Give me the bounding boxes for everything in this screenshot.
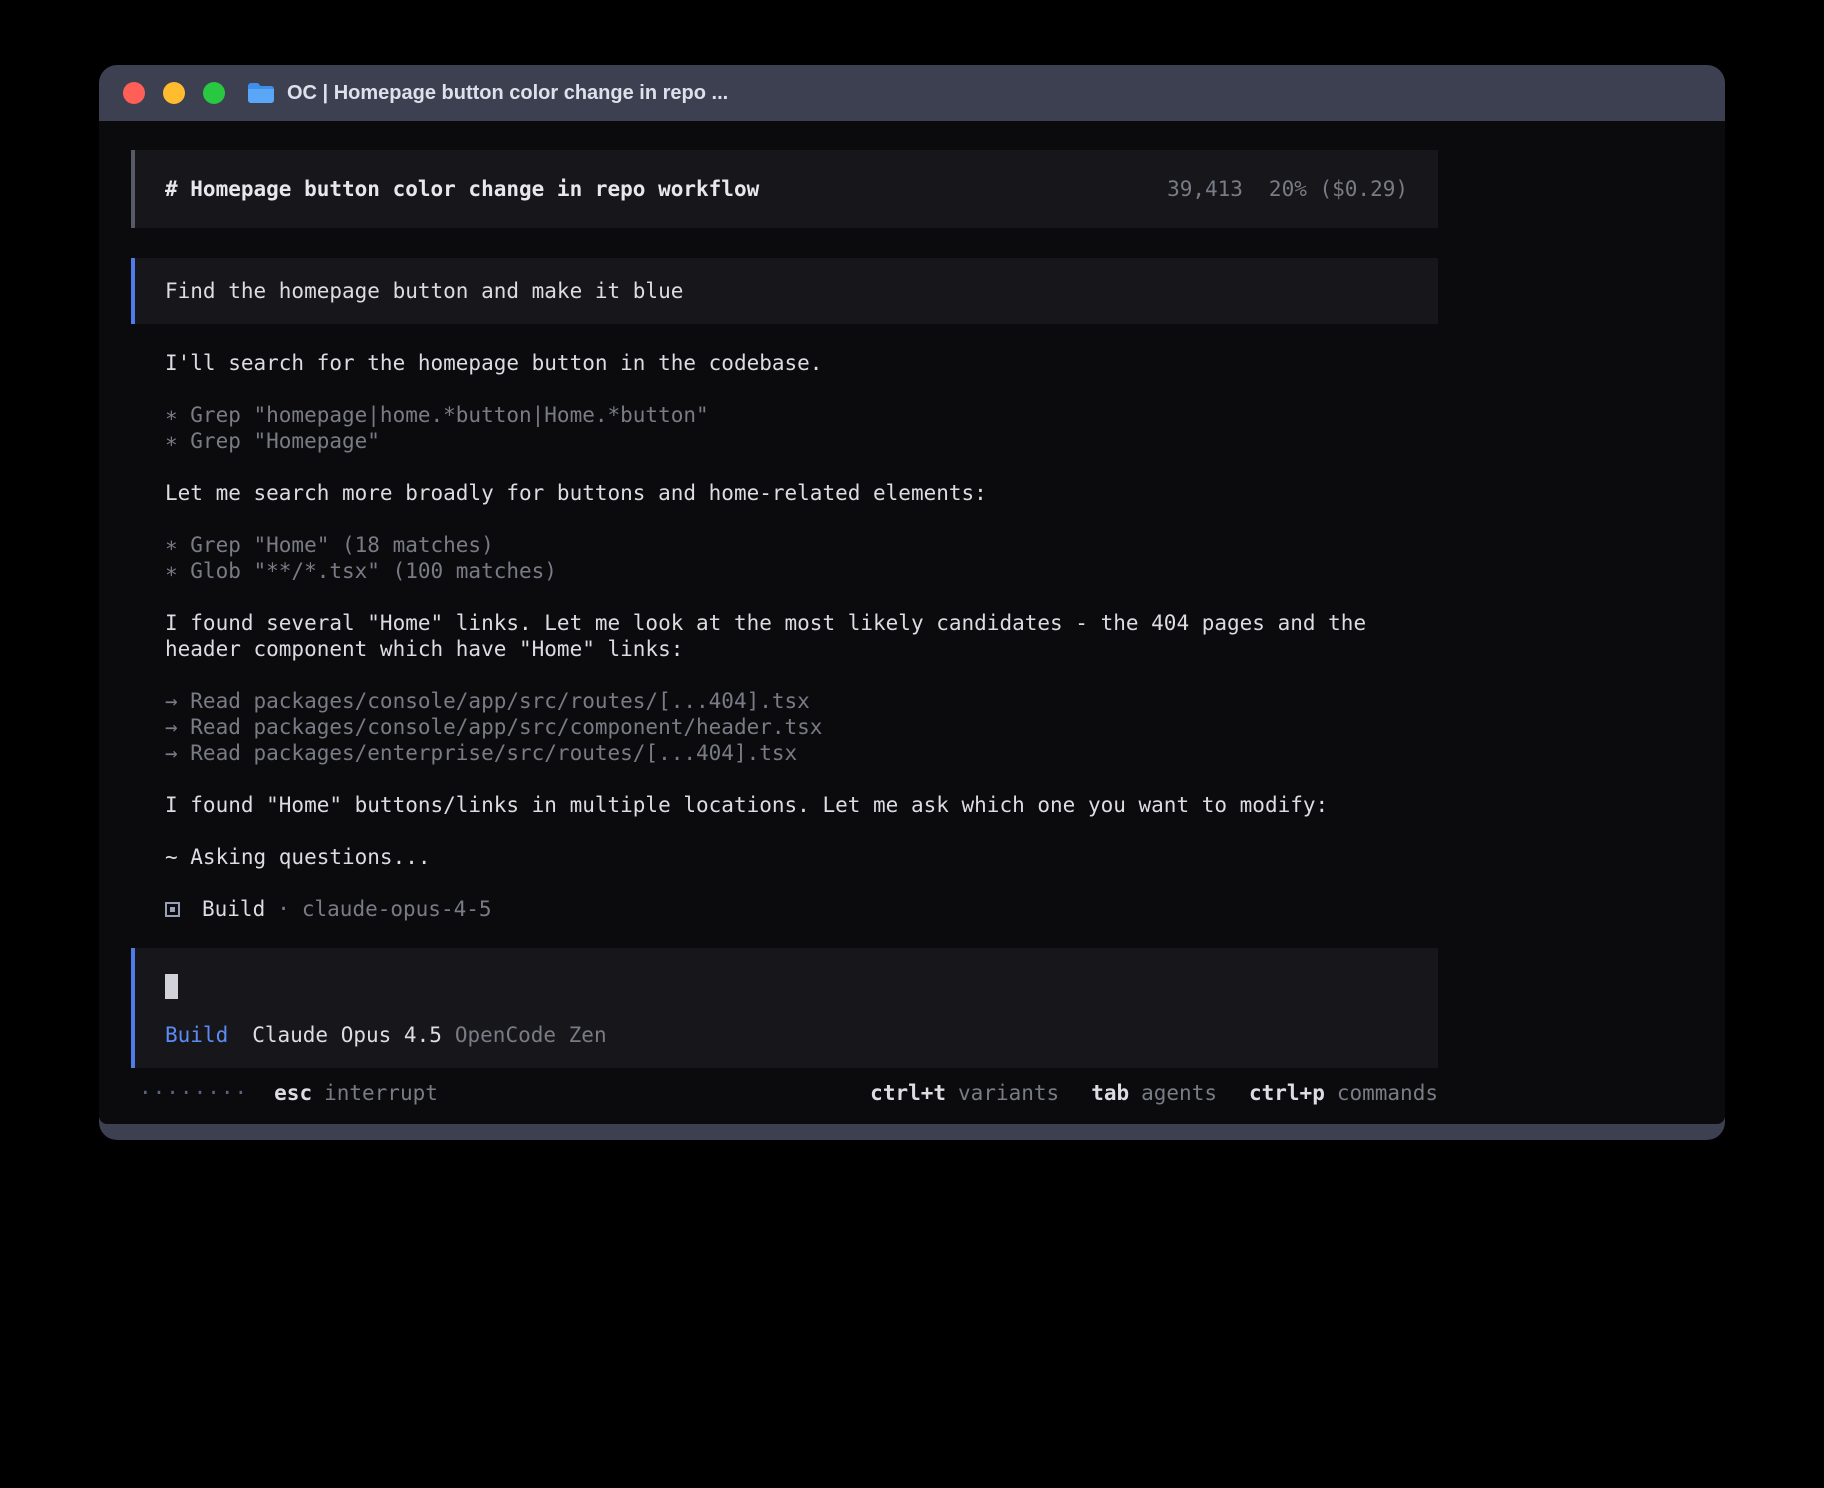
transcript-spacer <box>165 818 1404 844</box>
agent-name: Build <box>202 896 265 922</box>
window-title: OC | Homepage button color change in rep… <box>287 82 728 105</box>
prompt-input[interactable]: Build Claude Opus 4.5 OpenCode Zen <box>131 948 1438 1068</box>
token-count: 39,413 <box>1167 177 1243 201</box>
shortcut-label: commands <box>1337 1080 1438 1106</box>
agent-model: claude-opus-4-5 <box>302 896 492 922</box>
session-title: # Homepage button color change in repo w… <box>165 176 759 202</box>
transcript-line: I found "Home" buttons/links in multiple… <box>165 792 1404 818</box>
agent-icon <box>165 902 180 917</box>
transcript-line: I'll search for the homepage button in t… <box>165 350 1404 376</box>
esc-key-label: interrupt <box>324 1080 438 1106</box>
shortcut-variants: ctrl+t variants <box>870 1080 1059 1106</box>
model-name: Claude Opus 4.5 <box>252 1022 442 1048</box>
terminal-content: # Homepage button color change in repo w… <box>99 121 1725 1124</box>
status-bar: ········ esc interrupt ctrl+t variants t… <box>131 1080 1438 1106</box>
agent-mode-label[interactable]: Build <box>165 1022 228 1048</box>
desktop: { "window": { "title": "OC | Homepage bu… <box>0 0 1824 1488</box>
user-message: Find the homepage button and make it blu… <box>131 258 1438 324</box>
shortcut-key: ctrl+t <box>870 1080 946 1106</box>
status-bar-right: ctrl+t variants tab agents ctrl+p comman… <box>870 1080 1438 1106</box>
tool-call-glob: ∗ Glob "**/*.tsx" (100 matches) <box>165 558 1404 584</box>
close-button[interactable] <box>123 82 145 104</box>
transcript-line: Let me search more broadly for buttons a… <box>165 480 1404 506</box>
transcript-spacer <box>165 454 1404 480</box>
status-bar-left: ········ esc interrupt <box>139 1080 438 1106</box>
tool-call-grep: ∗ Grep "homepage|home.*button|Home.*butt… <box>165 402 1404 428</box>
terminal-window: OC | Homepage button color change in rep… <box>99 65 1725 1140</box>
spinner-dots: ········ <box>139 1080 248 1106</box>
transcript-spacer <box>165 376 1404 402</box>
separator-dot: · <box>277 896 290 922</box>
shortcut-agents: tab agents <box>1091 1080 1217 1106</box>
provider-name: OpenCode Zen <box>455 1022 607 1048</box>
tool-call-read: → Read packages/enterprise/src/routes/[.… <box>165 740 1404 766</box>
model-status-line: Build Claude Opus 4.5 OpenCode Zen <box>165 1022 1408 1048</box>
context-usage: 20% ($0.29) <box>1269 177 1408 201</box>
window-titlebar[interactable]: OC | Homepage button color change in rep… <box>99 65 1725 121</box>
shortcut-commands: ctrl+p commands <box>1249 1080 1438 1106</box>
transcript-line: I found several "Home" links. Let me loo… <box>165 610 1404 662</box>
transcript-spacer <box>165 662 1404 688</box>
minimize-button[interactable] <box>163 82 185 104</box>
tool-call-read: → Read packages/console/app/src/componen… <box>165 714 1404 740</box>
transcript-spacer <box>165 766 1404 792</box>
folder-icon <box>247 82 275 104</box>
transcript-spacer <box>165 584 1404 610</box>
tool-call-grep: ∗ Grep "Home" (18 matches) <box>165 532 1404 558</box>
asking-questions-status: ~ Asking questions... <box>165 844 1404 870</box>
shortcut-key: tab <box>1091 1080 1129 1106</box>
tool-call-read: → Read packages/console/app/src/routes/[… <box>165 688 1404 714</box>
transcript-spacer <box>165 506 1404 532</box>
prompt-input-line[interactable] <box>165 974 1408 1000</box>
user-message-text: Find the homepage button and make it blu… <box>165 279 683 303</box>
zoom-button[interactable] <box>203 82 225 104</box>
tool-call-grep: ∗ Grep "Homepage" <box>165 428 1404 454</box>
text-cursor <box>165 974 178 999</box>
shortcut-key: ctrl+p <box>1249 1080 1325 1106</box>
shortcut-label: agents <box>1141 1080 1217 1106</box>
session-stats: 39,413 20% ($0.29) <box>1167 176 1408 202</box>
transcript: I'll search for the homepage button in t… <box>131 350 1438 922</box>
shortcut-label: variants <box>958 1080 1059 1106</box>
traffic-lights <box>123 82 225 104</box>
esc-key-hint: esc <box>274 1080 312 1106</box>
agent-status: Build · claude-opus-4-5 <box>165 896 1404 922</box>
session-header: # Homepage button color change in repo w… <box>131 150 1438 228</box>
